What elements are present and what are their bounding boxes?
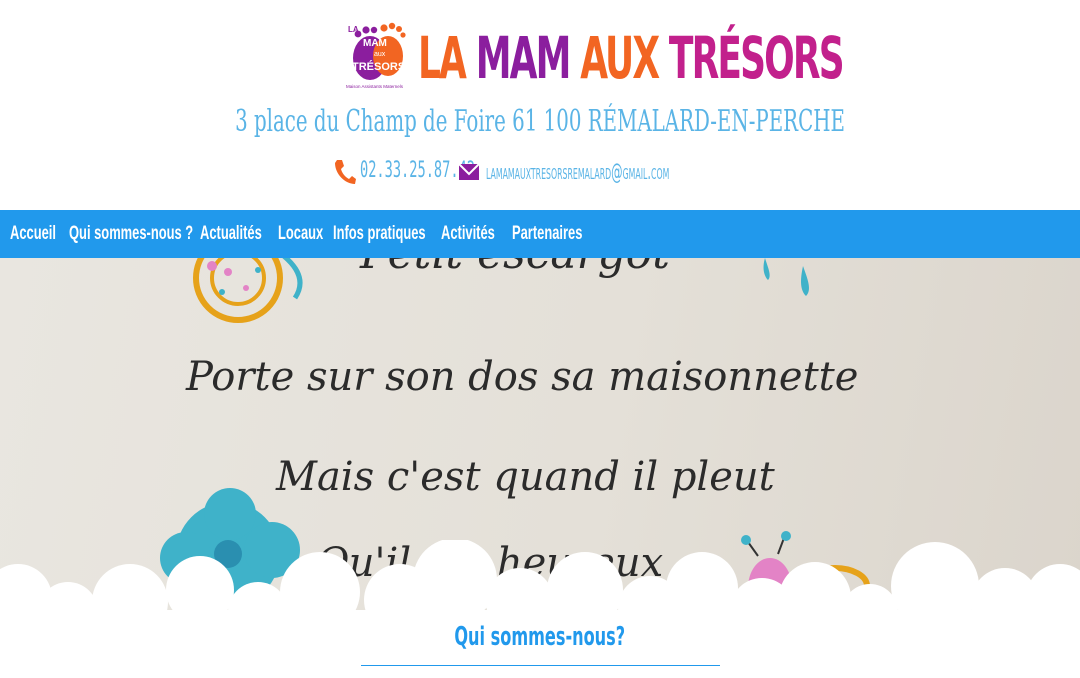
svg-text:LA: LA	[348, 25, 359, 34]
contact-bar: 02.33.25.87.42 lamamauxtresorsremalard@g…	[332, 156, 762, 192]
section-title: Qui sommes-nous?	[454, 622, 626, 652]
phone-icon	[332, 158, 356, 186]
main-nav: Accueil Qui sommes-nous ? Actualités Loc…	[0, 210, 1080, 258]
svg-text:Maison Assistants Maternels: Maison Assistants Maternels	[346, 84, 404, 89]
hero-text-line: Mais c'est quand il pleut	[275, 454, 776, 500]
nav-item-infos-pratiques[interactable]: Infos pratiques	[333, 210, 426, 258]
title-word: TRÉSORS	[668, 24, 845, 92]
email-link[interactable]: lamamauxtresorsremalard@gmail.com	[486, 160, 669, 185]
nav-item-locaux[interactable]: Locaux	[278, 210, 323, 258]
title-word: LA	[418, 24, 467, 92]
address: 3 place du Champ de Foire 61 100 RÉMALAR…	[235, 104, 845, 139]
site-title[interactable]: LA MAM AUX TRÉSORS	[418, 18, 845, 98]
swirl-decoration	[193, 258, 303, 323]
nav-item-qui-sommes-nous[interactable]: Qui sommes-nous ?	[69, 210, 193, 258]
nav-item-actualites[interactable]: Actualités	[200, 210, 262, 258]
svg-text:MAM: MAM	[363, 38, 387, 49]
section-divider	[361, 665, 720, 666]
svg-text:TRÉSORS: TRÉSORS	[352, 60, 405, 73]
mail-icon	[458, 162, 480, 182]
site-header: LA MAM aux TRÉSORS Maison Assistants Mat…	[0, 0, 1080, 210]
title-word: AUX	[580, 24, 660, 92]
hero-text-line: Petit escargot	[359, 258, 670, 279]
svg-text:aux: aux	[374, 51, 386, 58]
hero-text-line: Porte sur son dos sa maisonnette	[185, 354, 858, 400]
nav-item-activites[interactable]: Activités	[441, 210, 495, 258]
title-word: MAM	[475, 24, 572, 92]
site-logo[interactable]: LA MAM aux TRÉSORS Maison Assistants Mat…	[344, 18, 410, 90]
nav-item-accueil[interactable]: Accueil	[10, 210, 56, 258]
nav-item-partenaires[interactable]: Partenaires	[512, 210, 582, 258]
